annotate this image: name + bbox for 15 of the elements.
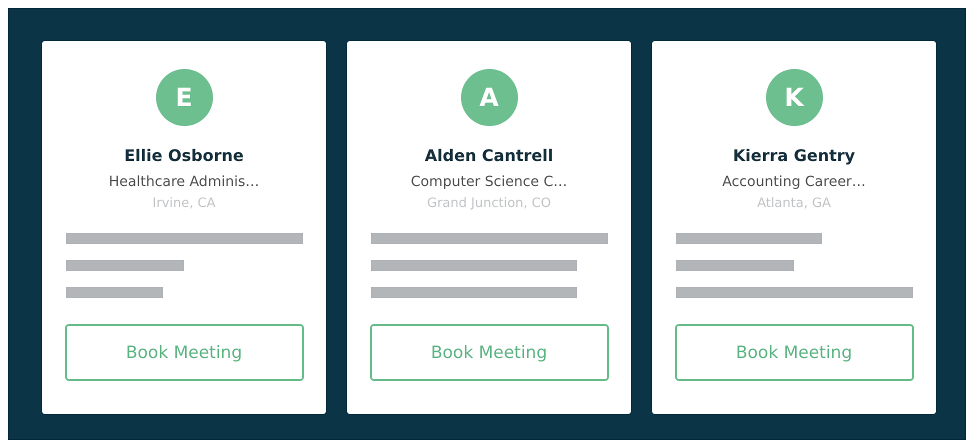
location: Atlanta, GA (757, 196, 831, 211)
location: Grand Junction, CO (427, 196, 551, 211)
location: Irvine, CA (152, 196, 216, 211)
person-name: Alden Cantrell (424, 146, 554, 165)
job-title: Accounting Career… (722, 174, 866, 190)
job-title: Computer Science C… (410, 174, 568, 190)
avatar: E (156, 69, 212, 126)
person-name: Kierra Gentry (732, 146, 856, 165)
job-title: Healthcare Adminis… (108, 174, 260, 190)
book-meeting-button[interactable]: Book Meeting (64, 324, 304, 381)
avatar: A (460, 69, 518, 126)
person-name: Ellie Osborne (124, 146, 244, 165)
avatar: K (766, 69, 822, 126)
book-meeting-button[interactable]: Book Meeting (674, 324, 914, 381)
book-meeting-button[interactable]: Book Meeting (370, 324, 608, 381)
